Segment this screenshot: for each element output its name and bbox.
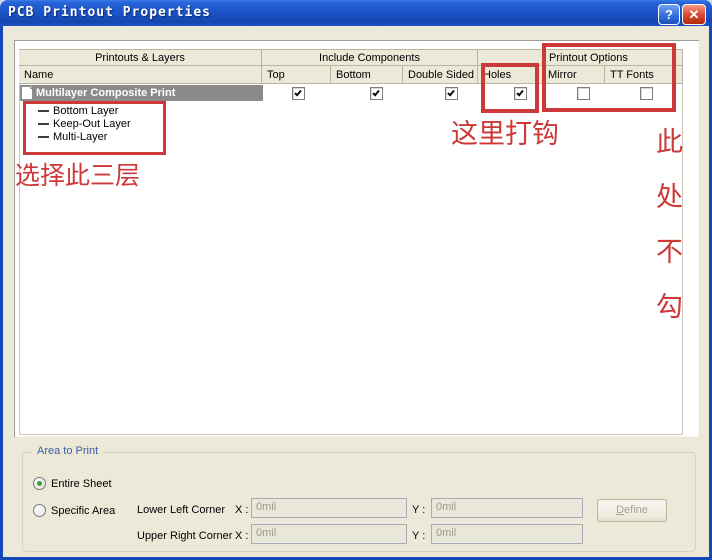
check-icon (372, 89, 380, 97)
group-header-include-components: Include Components (262, 49, 478, 66)
entire-sheet-label: Entire Sheet (51, 478, 112, 490)
annotation-text-check-here: 这里打钩 (451, 112, 559, 151)
column-header-top: Top (262, 66, 331, 84)
area-to-print-title: Area to Print (32, 445, 103, 457)
lower-left-x-label: X : (235, 504, 248, 516)
annotation-box-holes (481, 63, 539, 113)
annotation-text-select-layers: 选择此三层 (15, 156, 140, 192)
upper-right-x-label: X : (235, 530, 248, 542)
checkbox-double-sided[interactable] (445, 87, 458, 100)
checkbox-bottom[interactable] (370, 87, 383, 100)
column-header-bottom: Bottom (331, 66, 403, 84)
upper-right-y-label: Y : (412, 530, 425, 542)
checkbox-top[interactable] (292, 87, 305, 100)
specific-area-label: Specific Area (51, 505, 115, 517)
specific-area-radio[interactable] (33, 504, 46, 517)
upper-right-corner-label: Upper Right Corner (137, 530, 232, 542)
window-title: PCB Printout Properties (8, 5, 211, 20)
title-bar[interactable]: PCB Printout Properties ? ✕ (0, 0, 712, 26)
upper-right-y-input: 0mil (431, 524, 583, 544)
upper-right-x-input: 0mil (251, 524, 407, 544)
lower-left-x-input: 0mil (251, 498, 407, 518)
annotation-box-layers (23, 101, 166, 155)
help-icon[interactable]: ? (658, 4, 680, 25)
column-header-double-sided: Double Sided (403, 66, 478, 84)
printout-name: Multilayer Composite Print (36, 87, 175, 99)
group-header-printouts-layers: Printouts & Layers (19, 49, 262, 66)
check-icon (294, 89, 302, 97)
tree-row-multilayer-composite-print[interactable]: Multilayer Composite Print (20, 85, 263, 101)
define-button: Define (597, 499, 667, 522)
lower-left-y-label: Y : (412, 504, 425, 516)
annotation-box-printout-options (542, 43, 676, 112)
lower-left-corner-label: Lower Left Corner (137, 504, 225, 516)
pcb-printout-properties-dialog: PCB Printout Properties ? ✕ Printouts & … (0, 0, 712, 560)
annotation-text-do-not-check: 此 处 不 勾 (656, 120, 683, 324)
entire-sheet-radio[interactable] (33, 477, 46, 490)
column-header-name: Name (19, 66, 262, 84)
check-icon (447, 89, 455, 97)
lower-left-y-input: 0mil (431, 498, 583, 518)
radio-selected-dot (37, 481, 42, 486)
document-icon (21, 86, 33, 100)
close-icon[interactable]: ✕ (682, 4, 706, 25)
